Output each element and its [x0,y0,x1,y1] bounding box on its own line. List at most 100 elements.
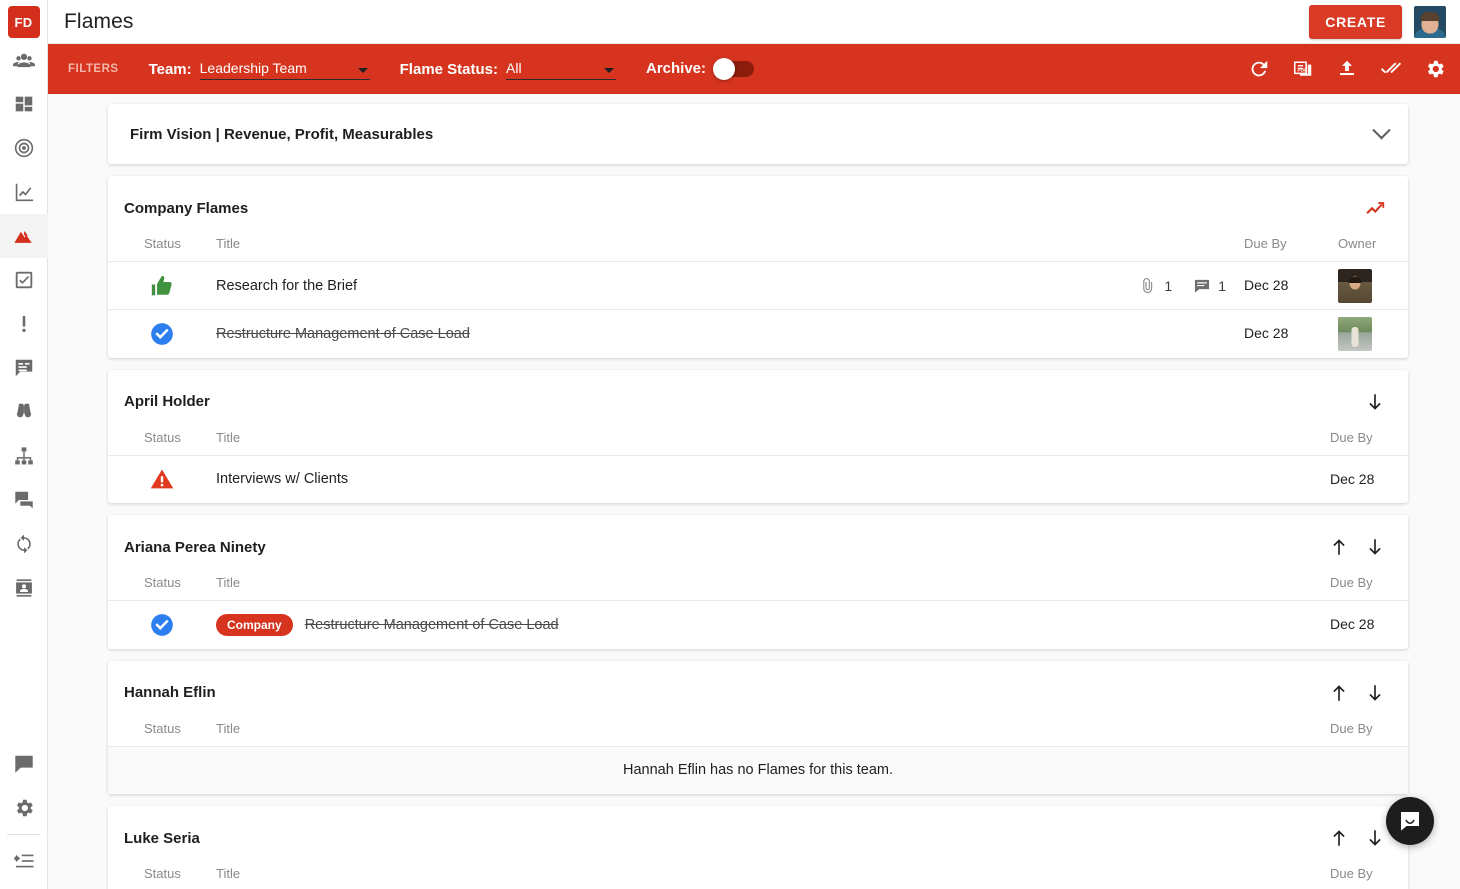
flame-title-cell[interactable]: Restructure Management of Case Load [216,310,1054,358]
table-row[interactable]: Company Restructure Management of Case Lo… [108,600,1408,649]
comment-count[interactable]: 1 [1193,277,1226,295]
flame-title-cell[interactable]: Interviews w/ Clients [216,455,1140,503]
column-header-title: Title [216,720,241,736]
sidebar-item-flames[interactable] [0,214,48,258]
vision-title: Firm Vision | Revenue, Profit, Measurabl… [130,125,434,143]
arrow-down-icon [1369,830,1381,846]
thumbs-up-icon [151,275,172,295]
owner-avatar[interactable] [1338,268,1372,303]
attachment-icon [1143,277,1153,293]
archive-filter: Archive: [646,58,755,80]
flame-status-cell[interactable] [108,601,216,649]
filter-bar: FILTERS Team: Leadership Team Flame Stat… [48,44,1460,94]
create-button[interactable]: CREATE [1309,4,1402,39]
check-circle-icon [151,322,173,345]
filters-label: FILTERS [68,63,119,75]
flame-status-select[interactable]: All [506,59,616,80]
column-header-status: Status [144,429,181,445]
move-up-button[interactable] [1328,827,1350,849]
trending-up-icon [1366,202,1385,215]
move-up-button[interactable] [1328,536,1350,558]
svg-text:PDF: PDF [1298,67,1308,73]
export-pdf-button[interactable]: PDF [1292,58,1314,80]
move-down-button[interactable] [1364,682,1386,704]
column-header-meta [1140,707,1320,747]
sidebar-item-notes[interactable] [0,346,48,390]
column-header-title: Title [216,429,241,445]
table-row[interactable]: Restructure Management of Case Load Dec 2… [108,309,1408,358]
sidebar-item-collapse[interactable] [0,839,48,883]
chevron-down-icon [357,67,368,73]
owner-avatar[interactable] [1338,316,1372,351]
filter-settings-button[interactable] [1424,58,1446,80]
sidebar-item-process[interactable] [0,522,48,566]
flame-due-by-cell: Dec 28 [1320,601,1408,649]
sidebar-item-feedback[interactable] [0,742,48,786]
flame-status-cell[interactable] [108,262,216,310]
empty-state-row: Hannah Eflin has no Flames for this team… [108,745,1408,794]
sidebar-item-accountability[interactable] [0,434,48,478]
refresh-button[interactable] [1248,58,1270,80]
contact-card-icon [13,577,35,599]
app-logo[interactable]: FD [7,6,40,38]
sidebar-item-dashboard[interactable] [0,82,48,126]
upload-button[interactable] [1336,58,1358,80]
column-header-title: Title [216,575,241,590]
archive-toggle[interactable] [713,58,755,80]
flame-group-card: Luke Seria Status Title Due By [108,806,1408,889]
sidebar-item-people[interactable] [0,38,48,82]
flame-status-icon[interactable] [108,612,216,638]
flame-title-cell[interactable]: Research for the Brief [216,262,1054,310]
flame-status-cell[interactable] [108,455,216,503]
table-row[interactable]: Research for the Brief 1 1 Dec 28 [108,261,1408,310]
flame-group-header: Luke Seria [108,806,1408,852]
comment-icon [1195,279,1210,293]
flames-table: Status Title Due By Hannah Eflin has no Fla… [108,707,1408,794]
sidebar-item-meetings[interactable] [0,478,48,522]
refresh-icon [1248,58,1270,80]
move-down-button[interactable] [1364,536,1386,558]
team-select[interactable]: Leadership Team [199,59,370,80]
flame-title-text: Interviews w/ Clients [216,471,349,488]
arrow-down-icon [1369,393,1381,410]
mark-complete-button[interactable] [1380,58,1402,80]
vision-toggle[interactable]: Firm Vision | Revenue, Profit, Measurabl… [108,104,1408,164]
column-header-status: Status [144,720,181,736]
flame-group-controls [1328,536,1386,558]
flame-status-filter: Flame Status: All [400,59,616,80]
flame-group-card: Company Flames Status Title Due By Owner Rese… [108,176,1408,358]
trending-up-button[interactable] [1364,197,1386,219]
flame-status-cell[interactable] [108,310,216,358]
column-header-due-by: Due By [1330,720,1373,736]
sidebar-item-vision[interactable] [0,390,48,434]
filter-bar-actions: PDF [1248,58,1446,80]
move-up-button[interactable] [1328,682,1350,704]
team-filter-label: Team: [148,60,192,78]
top-header: Flames CREATE [48,0,1460,44]
flame-title-cell[interactable]: Company Restructure Management of Case Lo… [216,601,1140,649]
flame-status-icon[interactable] [108,466,216,492]
flame-title-wrapper: Restructure Management of Case Load [216,326,1054,342]
move-down-button[interactable] [1364,391,1386,413]
sidebar-item-metrics[interactable] [0,170,48,214]
user-avatar[interactable] [1414,5,1446,38]
flame-meta-cell [1054,310,1234,358]
move-down-button[interactable] [1364,827,1386,849]
chat-widget-button[interactable] [1386,797,1434,845]
table-row[interactable]: Interviews w/ Clients Dec 28 [108,455,1408,503]
chevron-down-icon[interactable] [1372,120,1391,139]
flame-group-card: April Holder Status Title Due By Interviews … [108,369,1408,503]
attachment-count[interactable]: 1 [1139,277,1172,295]
team-filter: Team: Leadership Team [149,59,370,80]
sidebar-item-settings[interactable] [0,786,48,830]
flame-title-wrapper: Interviews w/ Clients [216,471,1140,487]
flame-group-controls [1328,682,1386,704]
sidebar-item-directory[interactable] [0,566,48,610]
vision-card: Firm Vision | Revenue, Profit, Measurabl… [108,104,1408,164]
sidebar-item-issues[interactable] [0,302,48,346]
page-title: Flames [64,9,134,33]
flame-status-icon[interactable] [108,273,216,299]
sidebar-item-targets[interactable] [0,126,48,170]
sidebar-item-todos[interactable] [0,258,48,302]
flame-status-icon[interactable] [108,321,216,347]
